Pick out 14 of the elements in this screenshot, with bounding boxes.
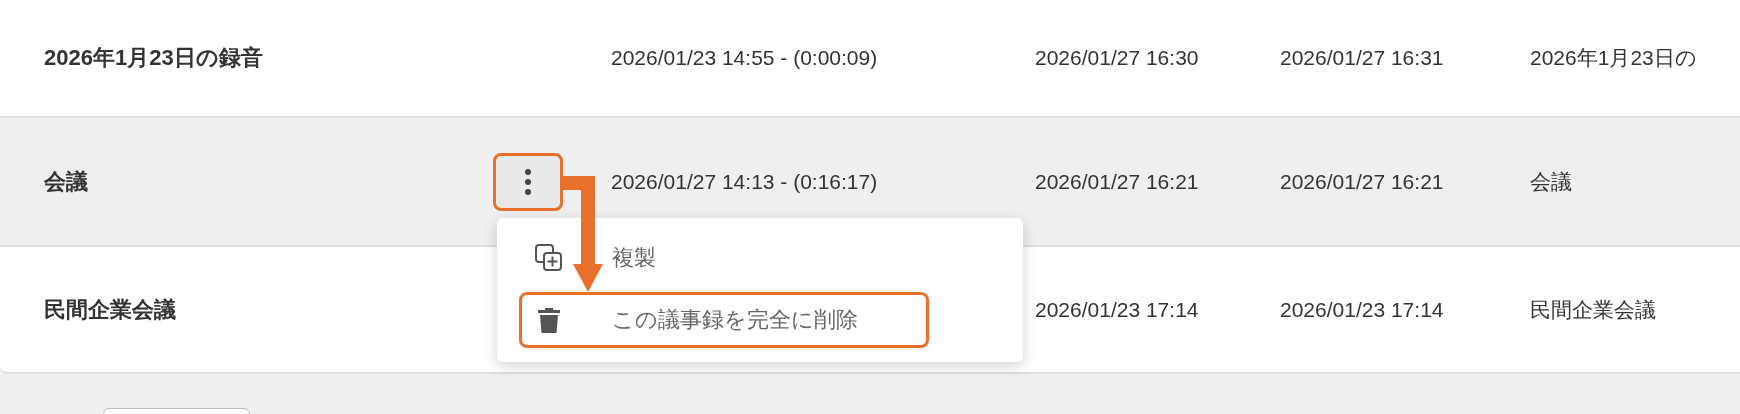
table-cell: 会議	[1530, 169, 1572, 193]
table-cell: 2026/01/27 14:13 - (0:16:17)	[611, 169, 878, 193]
table-cell: 2026年1月23日の	[1530, 46, 1697, 69]
recording-name: 2026年1月23日の録音	[44, 44, 264, 72]
table-cell: 2026/01/27 16:21	[1035, 169, 1199, 193]
recording-name: 民間企業会議	[44, 295, 177, 324]
table-cell: 2026/01/27 16:30	[1035, 46, 1199, 69]
table-cell: 2026/01/27 16:31	[1280, 46, 1444, 69]
table-cell: 2026/01/27 16:21	[1280, 169, 1444, 193]
table-cell: 2026/01/23 14:55 - (0:00:09)	[611, 46, 878, 69]
table-cell: 2026/01/23 17:14	[1035, 297, 1199, 321]
recording-name: 会議	[44, 167, 89, 196]
table-cell: 2026/01/23 17:14	[1280, 297, 1444, 321]
table-cell: 民間企業会議	[1530, 297, 1656, 321]
